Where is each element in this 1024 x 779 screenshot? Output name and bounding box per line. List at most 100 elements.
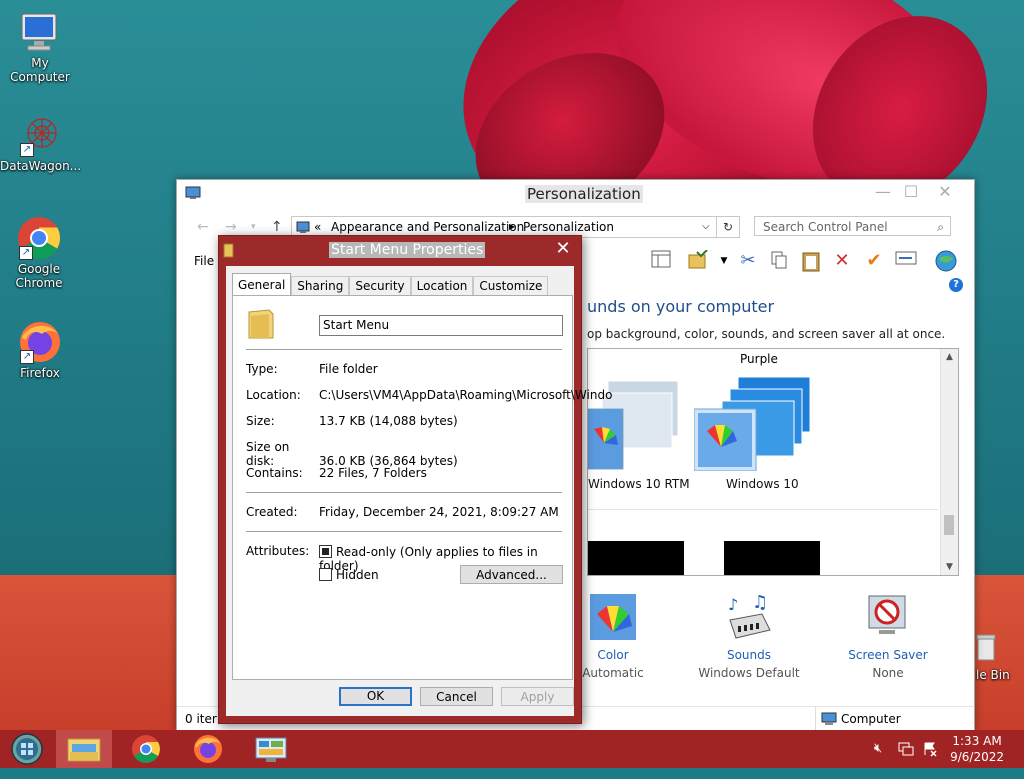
attributes-row: Attributes: xyxy=(246,544,319,558)
tab-general[interactable]: General xyxy=(232,273,292,296)
dialog-close-button[interactable]: ✕ xyxy=(551,238,575,259)
globe-icon[interactable] xyxy=(935,250,957,272)
tab-sharing[interactable]: Sharing xyxy=(291,276,350,296)
copy-icon[interactable] xyxy=(768,250,790,272)
size-label: Size: xyxy=(246,414,275,428)
taskbar-control-panel-button[interactable] xyxy=(242,730,298,768)
contains-row: Contains: 22 Files, 7 Folders xyxy=(246,466,427,480)
network-icon[interactable] xyxy=(898,741,914,779)
minimize-button[interactable]: — xyxy=(869,182,897,201)
close-button[interactable]: ✕ xyxy=(931,182,959,201)
checkmark-icon[interactable]: ✔ xyxy=(863,250,885,272)
location-value: C:\Users\VM4\AppData\Roaming\Microsoft\W… xyxy=(319,388,613,402)
dialog-titlebar[interactable]: Start Menu Properties ✕ xyxy=(219,236,581,266)
cut-icon[interactable]: ✂ xyxy=(737,250,759,272)
shortcut-arrow-icon: ↗ xyxy=(19,246,33,260)
tab-customize[interactable]: Customize xyxy=(473,276,549,296)
layout-icon[interactable] xyxy=(650,250,672,272)
help-icon[interactable]: ? xyxy=(949,278,963,292)
taskbar-firefox-button[interactable] xyxy=(180,730,236,768)
location-row: Location: C:\Users\VM4\AppData\Roaming\Mi… xyxy=(246,388,612,402)
scroll-down-icon[interactable]: ▼ xyxy=(941,562,958,572)
datawagon-icon: ↗ xyxy=(18,113,62,157)
maximize-button[interactable]: ☐ xyxy=(897,182,925,201)
recent-dropdown-icon[interactable]: ▾ xyxy=(251,222,256,232)
sounds-label[interactable]: Sounds xyxy=(689,648,809,662)
up-arrow-icon[interactable]: ↑ xyxy=(271,219,283,235)
dropdown-icon[interactable]: ▼ xyxy=(713,250,735,272)
svg-text:♪: ♪ xyxy=(728,595,738,614)
advanced-button[interactable]: Advanced... xyxy=(460,565,563,584)
color-palette-icon xyxy=(590,594,636,640)
folder-icon xyxy=(223,242,235,261)
screensaver-icon xyxy=(865,594,911,640)
color-palette-icon xyxy=(588,409,622,469)
theme-group-label: Purple xyxy=(740,352,778,366)
taskbar-chrome-button[interactable] xyxy=(118,730,174,768)
delete-icon[interactable]: ✕ xyxy=(831,250,853,272)
page-subheading: op background, color, sounds, and screen… xyxy=(587,327,946,341)
sounds-setting[interactable]: ♪ ♫ Sounds Windows Default xyxy=(689,592,809,680)
hidden-checkbox[interactable]: Hidden xyxy=(319,568,379,582)
size-value: 13.7 KB (14,088 bytes) xyxy=(319,414,458,428)
desktop-icon-label: Google Chrome xyxy=(15,262,63,290)
scroll-up-icon[interactable]: ▲ xyxy=(941,352,958,362)
folder-large-icon xyxy=(247,308,275,343)
dialog-body: General Sharing Security Location Custom… xyxy=(226,266,612,716)
divider xyxy=(246,531,562,532)
breadcrumb-item[interactable]: Personalization xyxy=(523,217,614,237)
search-input[interactable]: Search Control Panel ⌕ xyxy=(754,216,951,236)
rename-icon[interactable] xyxy=(895,250,917,272)
folder-name-input[interactable]: Start Menu xyxy=(319,315,563,336)
size-row: Size: 13.7 KB (14,088 bytes) xyxy=(246,414,458,428)
theme-list[interactable]: Purple Windows 10 RTM Windows 10 ▲ ▼ xyxy=(587,348,959,576)
status-divider xyxy=(815,707,816,731)
theme-thumbnail[interactable] xyxy=(724,541,820,575)
start-button[interactable] xyxy=(0,730,56,768)
properties-dialog[interactable]: Start Menu Properties ✕ General Sharing … xyxy=(218,235,612,724)
desktop-icon-label: DataWagon... xyxy=(0,159,82,173)
desktop-icon-label: Firefox xyxy=(20,366,60,380)
type-label: Type: xyxy=(246,362,278,376)
control-panel-icon xyxy=(185,186,201,203)
ok-button[interactable]: OK xyxy=(339,687,412,706)
chrome-icon: ↗ xyxy=(17,216,61,260)
address-dropdown-icon[interactable]: ⌵ xyxy=(702,217,710,237)
breadcrumb-overflow[interactable]: « xyxy=(314,217,321,237)
refresh-icon[interactable]: ↻ xyxy=(717,216,740,238)
cancel-button[interactable]: Cancel xyxy=(420,687,493,706)
scroll-thumb[interactable] xyxy=(944,515,954,535)
taskbar-explorer-button[interactable] xyxy=(56,730,112,768)
screensaver-setting[interactable]: Screen Saver None xyxy=(828,594,948,680)
divider xyxy=(588,509,938,510)
desktop-icon-chrome[interactable]: ↗ Google Chrome xyxy=(0,216,78,290)
divider xyxy=(246,349,562,350)
theme-thumbnail[interactable] xyxy=(588,541,684,575)
properties-folder-icon[interactable] xyxy=(687,249,709,272)
computer-small-icon xyxy=(821,712,837,729)
volume-muted-icon[interactable]: 🔇︎ xyxy=(874,741,882,779)
breadcrumb-item[interactable]: Appearance and Personalization xyxy=(331,217,524,237)
back-arrow-icon[interactable]: ← xyxy=(197,219,209,235)
recycle-bin-icon xyxy=(976,630,996,674)
divider xyxy=(246,492,562,493)
desktop-icon-label: My Computer xyxy=(10,56,70,84)
screensaver-label[interactable]: Screen Saver xyxy=(828,648,948,662)
dialog-title: Start Menu Properties xyxy=(329,242,486,258)
attributes-label: Attributes: xyxy=(246,544,310,558)
tab-security[interactable]: Security xyxy=(349,276,411,296)
desktop-icon-my-computer[interactable]: My Computer xyxy=(0,10,80,84)
tab-location[interactable]: Location xyxy=(410,276,474,296)
desktop-icon-firefox[interactable]: ↗ Firefox xyxy=(0,320,80,380)
paste-icon[interactable] xyxy=(800,250,822,272)
breadcrumb-chevron-icon[interactable]: ▶ xyxy=(509,217,515,237)
action-center-icon[interactable] xyxy=(922,741,938,779)
vertical-scrollbar[interactable]: ▲ ▼ xyxy=(940,349,958,575)
file-menu[interactable]: File xyxy=(194,254,214,268)
forward-arrow-icon[interactable]: → xyxy=(225,219,237,235)
desktop-icon-datawagon[interactable]: ↗ DataWagon... xyxy=(0,113,82,173)
clock-time: 1:33 AM xyxy=(952,734,1002,748)
window-titlebar[interactable]: Personalization — ☐ ✕ xyxy=(177,180,974,208)
system-clock[interactable]: 1:33 AM 9/6/2022 xyxy=(950,733,1004,765)
apply-button[interactable]: Apply xyxy=(501,687,574,706)
